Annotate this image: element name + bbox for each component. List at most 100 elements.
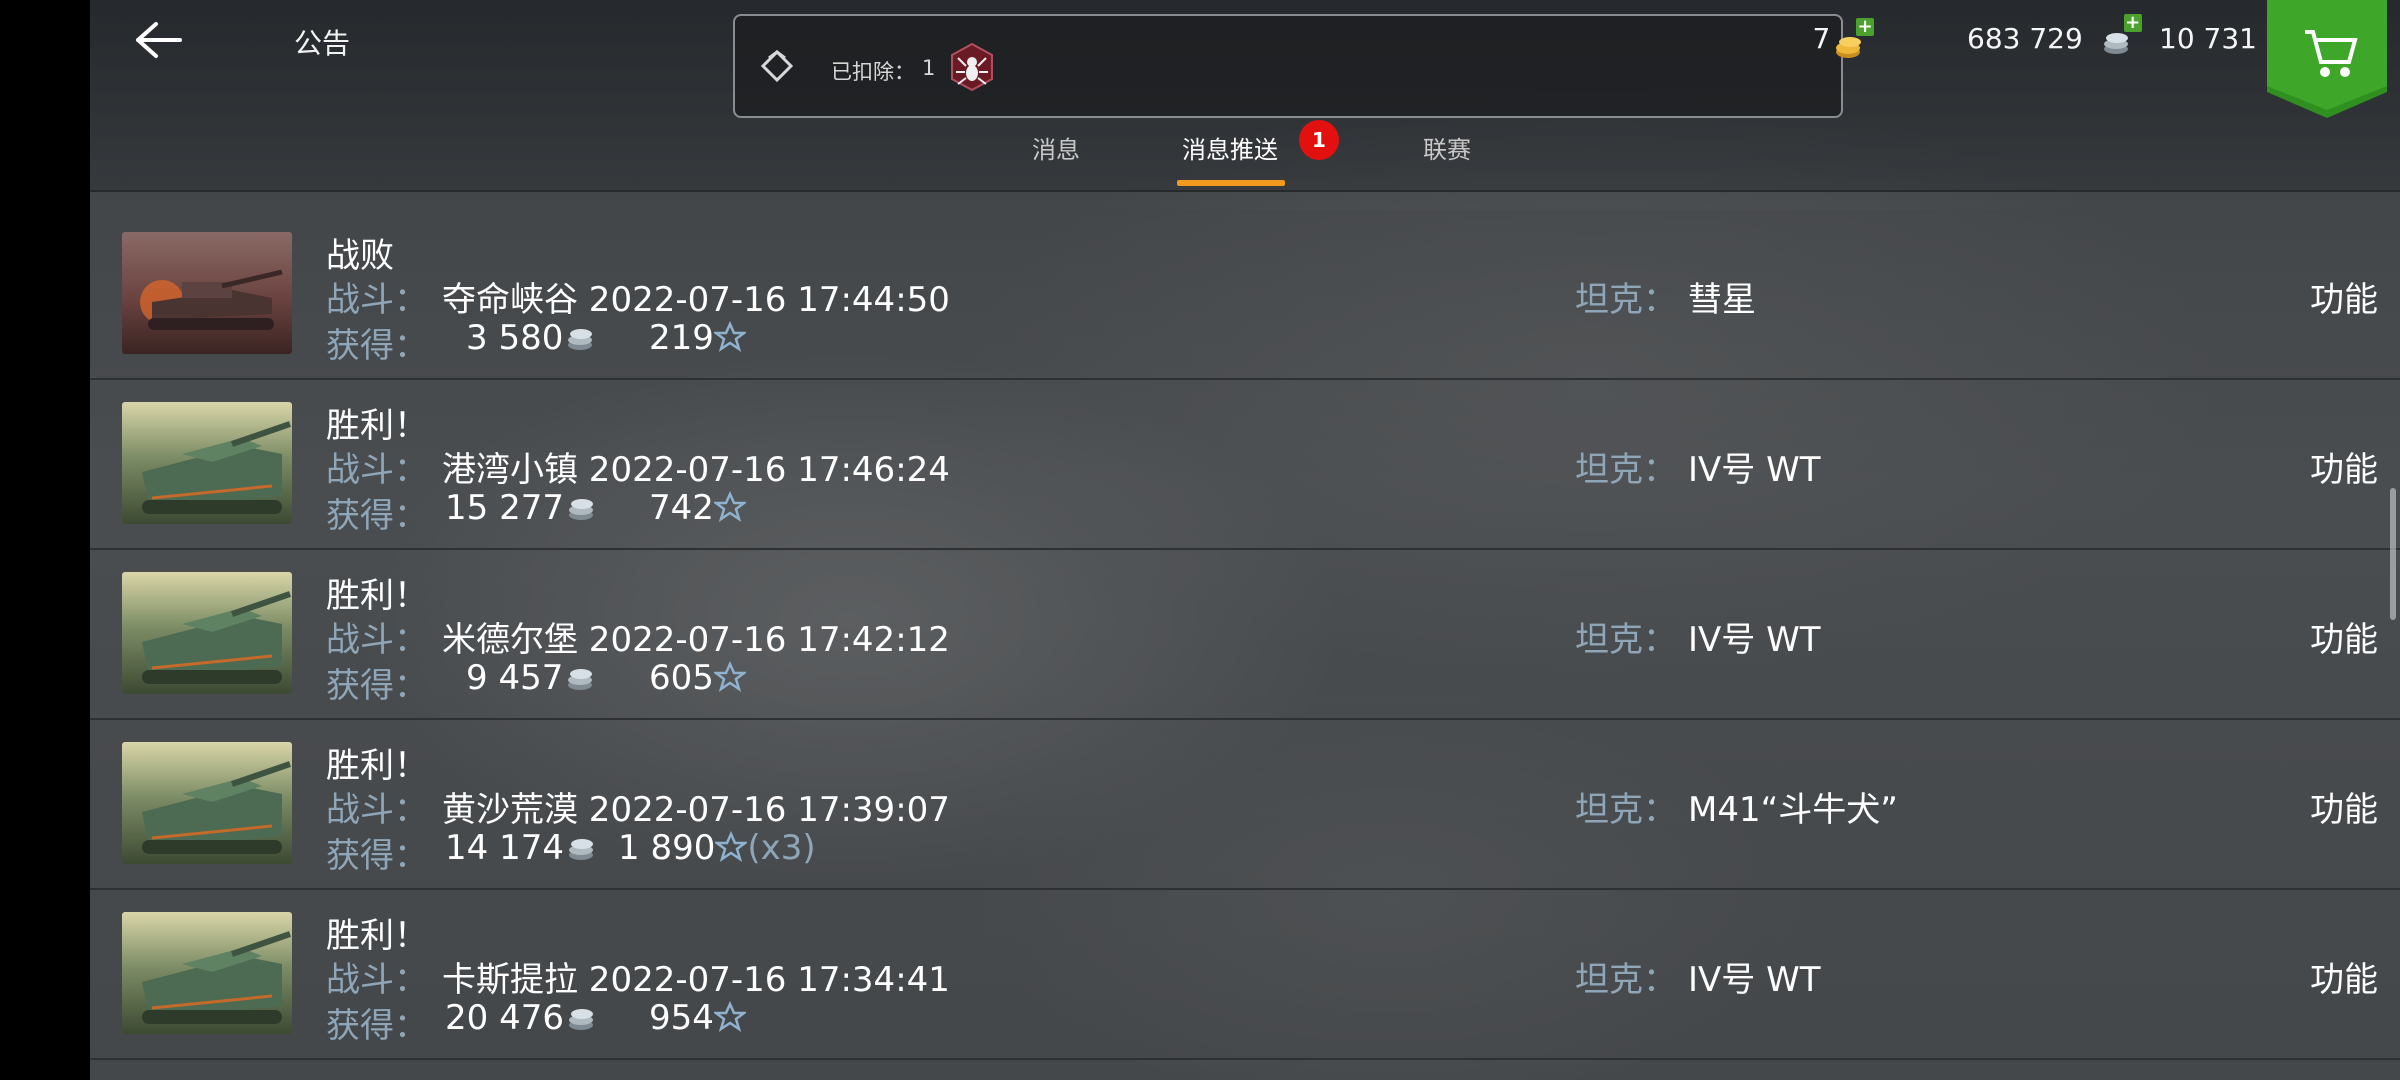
- reward-credits: 20 476: [445, 998, 598, 1038]
- reward-xp: 605: [649, 658, 746, 698]
- tank-label: 坦克：: [1575, 450, 1677, 490]
- list-item[interactable]: 胜利！ 战斗： 黄沙荒漠 2022-07-16 17:39:07 获得： 14 174 1…: [90, 720, 2400, 890]
- battle-label: 战斗：: [326, 280, 428, 320]
- reward-label: 获得：: [326, 836, 428, 876]
- add-gold-icon[interactable]: +: [1856, 18, 1874, 36]
- credits-amount: 683 729: [1967, 22, 2083, 55]
- silver-coins-icon: [568, 669, 593, 690]
- battle-map-time: 米德尔堡 2022-07-16 17:42:12: [442, 620, 950, 660]
- tab-messages[interactable]: 消息: [1032, 130, 1080, 165]
- reward-label: 获得：: [326, 326, 428, 366]
- battle-result: 胜利！: [326, 746, 428, 786]
- silver-coins-icon: +: [2100, 14, 2142, 58]
- battle-thumbnail: [122, 572, 292, 694]
- reward-credits: 14 174: [445, 828, 598, 868]
- silver-coins-icon: [568, 839, 593, 860]
- battle-map-time: 黄沙荒漠 2022-07-16 17:39:07: [442, 790, 950, 830]
- tank-name: 彗星: [1688, 280, 1756, 320]
- rotate-icon[interactable]: [759, 48, 795, 84]
- reward-xp: 219: [649, 318, 746, 358]
- tab-league[interactable]: 联赛: [1423, 130, 1471, 165]
- battle-map-time: 夺命峡谷 2022-07-16 17:44:50: [442, 280, 950, 320]
- xp-value: 1 890: [618, 828, 716, 868]
- silver-coins-icon: [568, 329, 593, 350]
- reward-credits: 9 457: [466, 658, 597, 698]
- tank-label: 坦克：: [1575, 790, 1677, 830]
- removed-label: 已扣除：: [831, 60, 915, 84]
- gold-balance[interactable]: 754: [1740, 22, 1830, 55]
- battle-result: 胜利！: [326, 916, 428, 956]
- credits-balance[interactable]: 683 729 +: [1967, 14, 2142, 58]
- battle-thumbnail: [122, 912, 292, 1034]
- message-list: 战败 战斗： 夺命峡谷 2022-07-16 17:44:50 获得： 3 580 219…: [90, 210, 2400, 1060]
- tank-name: M41“斗牛犬”: [1688, 790, 1898, 830]
- xp-value: 954: [649, 998, 714, 1038]
- function-button[interactable]: 功能: [2310, 272, 2378, 321]
- function-button[interactable]: 功能: [2310, 782, 2378, 831]
- function-button[interactable]: 功能: [2310, 612, 2378, 661]
- list-item[interactable]: 战败 战斗： 夺命峡谷 2022-07-16 17:44:50 获得： 3 580 219…: [90, 210, 2400, 380]
- back-button[interactable]: [130, 14, 200, 70]
- tank-name: IV号 WT: [1688, 450, 1821, 490]
- xp-value: 219: [649, 318, 714, 358]
- battle-result: 胜利！: [326, 406, 428, 446]
- scrollbar[interactable]: [2390, 488, 2396, 620]
- battle-map-time: 卡斯提拉 2022-07-16 17:34:41: [442, 960, 950, 1000]
- battle-label: 战斗：: [326, 960, 428, 1000]
- arrow-left-icon: [136, 22, 182, 58]
- tank-name: IV号 WT: [1688, 960, 1821, 1000]
- tank-label: 坦克：: [1575, 280, 1677, 320]
- gold-amount: 754: [1812, 22, 1830, 55]
- function-button[interactable]: 功能: [2310, 442, 2378, 491]
- shop-button[interactable]: [2267, 0, 2387, 118]
- credits-value: 9 457: [466, 658, 564, 698]
- app-screen: 公告 已扣除： 1 754 +: [90, 0, 2400, 1080]
- reward-label: 获得：: [326, 496, 428, 536]
- tab-push-messages[interactable]: 消息推送: [1182, 130, 1278, 165]
- battle-map-time: 港湾小镇 2022-07-16 17:46:24: [442, 450, 950, 490]
- star-icon: [713, 661, 746, 692]
- header: 公告 已扣除： 1 754 +: [90, 0, 2400, 190]
- removed-count: 1: [922, 56, 936, 80]
- tab-bar: 消息 消息推送 1 联赛: [90, 120, 2400, 190]
- free-xp-amount: 10 731: [2159, 22, 2257, 55]
- add-credits-icon[interactable]: +: [2123, 14, 2142, 32]
- star-icon: [713, 321, 746, 352]
- credits-value: 15 277: [445, 488, 564, 528]
- notice-panel: 已扣除： 1: [733, 14, 1843, 118]
- silver-coins-icon: [568, 499, 593, 520]
- battle-label: 战斗：: [326, 450, 428, 490]
- page-title: 公告: [294, 27, 351, 60]
- silver-coins-icon: [568, 1009, 593, 1030]
- reward-xp: 954: [649, 998, 746, 1038]
- list-item[interactable]: 胜利！ 战斗： 米德尔堡 2022-07-16 17:42:12 获得： 9 457 60…: [90, 550, 2400, 720]
- reward-label: 获得：: [326, 1006, 428, 1046]
- tank-label: 坦克：: [1575, 960, 1677, 1000]
- list-item[interactable]: 胜利！ 战斗： 卡斯提拉 2022-07-16 17:34:41 获得： 20 476 9…: [90, 890, 2400, 1060]
- credits-value: 3 580: [466, 318, 564, 358]
- battle-thumbnail: [122, 232, 292, 354]
- battle-result: 战败: [326, 236, 394, 276]
- battle-thumbnail: [122, 742, 292, 864]
- star-icon: [715, 831, 748, 862]
- battle-result: 胜利！: [326, 576, 428, 616]
- function-button[interactable]: 功能: [2310, 952, 2378, 1001]
- spider-icon: [951, 42, 993, 92]
- tank-name: IV号 WT: [1688, 620, 1821, 660]
- xp-value: 742: [649, 488, 714, 528]
- reward-xp: 1 890 (x3): [618, 828, 816, 868]
- reward-credits: 3 580: [466, 318, 597, 358]
- star-icon: [713, 491, 746, 522]
- credits-value: 14 174: [445, 828, 564, 868]
- reward-xp: 742: [649, 488, 746, 528]
- list-item[interactable]: 胜利！ 战斗： 港湾小镇 2022-07-16 17:46:24 获得： 15 277 7…: [90, 380, 2400, 550]
- battle-thumbnail: [122, 402, 292, 524]
- reward-label: 获得：: [326, 666, 428, 706]
- battle-label: 战斗：: [326, 790, 428, 830]
- gold-coins-icon[interactable]: +: [1832, 18, 1874, 62]
- active-tab-indicator: [1177, 180, 1285, 186]
- battle-label: 战斗：: [326, 620, 428, 660]
- header-divider: [90, 190, 2400, 192]
- star-icon: [713, 1001, 746, 1032]
- credits-value: 20 476: [445, 998, 564, 1038]
